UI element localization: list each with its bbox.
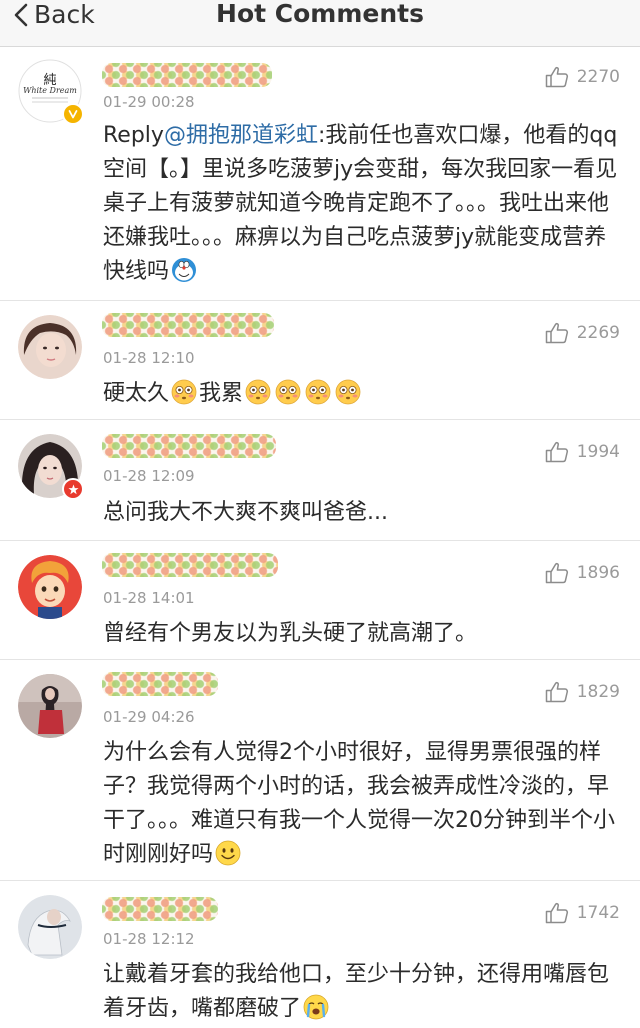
like-button[interactable]: 2270	[545, 66, 620, 88]
verified-badge-icon	[62, 103, 84, 125]
avatar[interactable]	[18, 434, 84, 500]
comment-body-part: 硬太久	[103, 381, 170, 406]
flushed-face-emoji-icon	[275, 379, 301, 405]
mention-link[interactable]: @拥抱那道彩虹	[164, 123, 318, 148]
comment-text: 曾经有个男友以为乳头硬了就高潮了。	[103, 621, 478, 646]
like-button[interactable]: 2269	[545, 322, 620, 344]
thumbs-up-icon	[545, 562, 568, 584]
avatar[interactable]	[18, 555, 82, 619]
username-blurred	[102, 313, 274, 337]
like-button[interactable]: 1994	[545, 441, 620, 463]
smile-emoji-icon	[215, 840, 241, 866]
comment-item: 01-29 04:26 1829 为什么会有人觉得2个小时很好，显得男票很强的样…	[0, 660, 640, 881]
comment-text: 总问我大不大爽不爽叫爸爸...	[103, 500, 388, 525]
like-button[interactable]: 1896	[545, 562, 620, 584]
like-count: 2269	[576, 323, 620, 343]
thumbs-up-icon	[545, 322, 568, 344]
comment-text: 让戴着牙套的我给他口，至少十分钟，还得用嘴唇包着牙齿，嘴都磨破了	[103, 958, 623, 1026]
avatar-logo-script: White Dream	[23, 86, 77, 95]
thumbs-up-icon	[545, 902, 568, 924]
comment-item: 01-28 12:10 2269 硬太久 我累	[0, 301, 640, 420]
comment-text: 为什么会有人觉得2个小时很好，显得男票很强的样子？我觉得两个小时的话，我会被弄成…	[103, 736, 623, 872]
like-count: 1742	[576, 903, 620, 923]
comment-text: 硬太久 我累	[103, 377, 623, 411]
username-blurred	[102, 553, 278, 577]
avatar-image	[18, 674, 82, 738]
doraemon-emoji-icon	[172, 258, 197, 282]
username-blurred	[102, 672, 218, 696]
username-blurred	[102, 63, 272, 87]
comment-body-part: 我累	[199, 381, 244, 406]
star-badge-icon	[62, 478, 84, 500]
avatar[interactable]	[18, 674, 82, 738]
timestamp: 01-29 00:28	[103, 93, 195, 111]
comment-body: 让戴着牙套的我给他口，至少十分钟，还得用嘴唇包着牙齿，嘴都磨破了	[103, 962, 610, 1021]
username-blurred	[102, 897, 218, 921]
page-title: Hot Comments	[216, 0, 424, 28]
timestamp: 01-28 12:10	[103, 349, 195, 367]
avatar[interactable]	[18, 315, 82, 379]
comment-item: 01-28 12:09 1994 总问我大不大爽不爽叫爸爸...	[0, 420, 640, 541]
flushed-face-emoji-icon	[245, 379, 271, 405]
comment-body: 为什么会有人觉得2个小时很好，显得男票很强的样子？我觉得两个小时的话，我会被弄成…	[103, 740, 615, 867]
timestamp: 01-28 14:01	[103, 589, 195, 607]
avatar-image	[18, 315, 82, 379]
like-count: 2270	[576, 67, 620, 87]
comment-text: Reply@拥抱那道彩虹:我前任也喜欢口爆，他看的qq空间【。】里说多吃菠萝jy…	[103, 119, 623, 289]
timestamp: 01-29 04:26	[103, 708, 195, 726]
comment-item: 純 White Dream 01-29 00:28 2270 Reply@拥抱那…	[0, 47, 640, 301]
thumbs-up-icon	[545, 441, 568, 463]
username-blurred	[102, 434, 276, 458]
like-button[interactable]: 1742	[545, 902, 620, 924]
avatar-image	[18, 895, 82, 959]
like-button[interactable]: 1829	[545, 681, 620, 703]
avatar[interactable]: 純 White Dream	[18, 59, 84, 125]
flushed-face-emoji-icon	[171, 379, 197, 405]
crying-face-emoji-icon	[303, 994, 329, 1020]
like-count: 1829	[576, 682, 620, 702]
thumbs-up-icon	[545, 681, 568, 703]
avatar[interactable]	[18, 895, 82, 959]
comment-item: 01-28 12:12 1742 让戴着牙套的我给他口，至少十分钟，还得用嘴唇包…	[0, 881, 640, 1028]
like-count: 1896	[576, 563, 620, 583]
timestamp: 01-28 12:09	[103, 467, 195, 485]
comment-item: 01-28 14:01 1896 曾经有个男友以为乳头硬了就高潮了。	[0, 541, 640, 660]
avatar-image	[18, 555, 82, 619]
flushed-face-emoji-icon	[335, 379, 361, 405]
like-count: 1994	[576, 442, 620, 462]
nav-bar: Back Hot Comments	[0, 0, 640, 47]
thumbs-up-icon	[545, 66, 568, 88]
reply-prefix: Reply	[103, 123, 164, 148]
timestamp: 01-28 12:12	[103, 930, 195, 948]
flushed-face-emoji-icon	[305, 379, 331, 405]
